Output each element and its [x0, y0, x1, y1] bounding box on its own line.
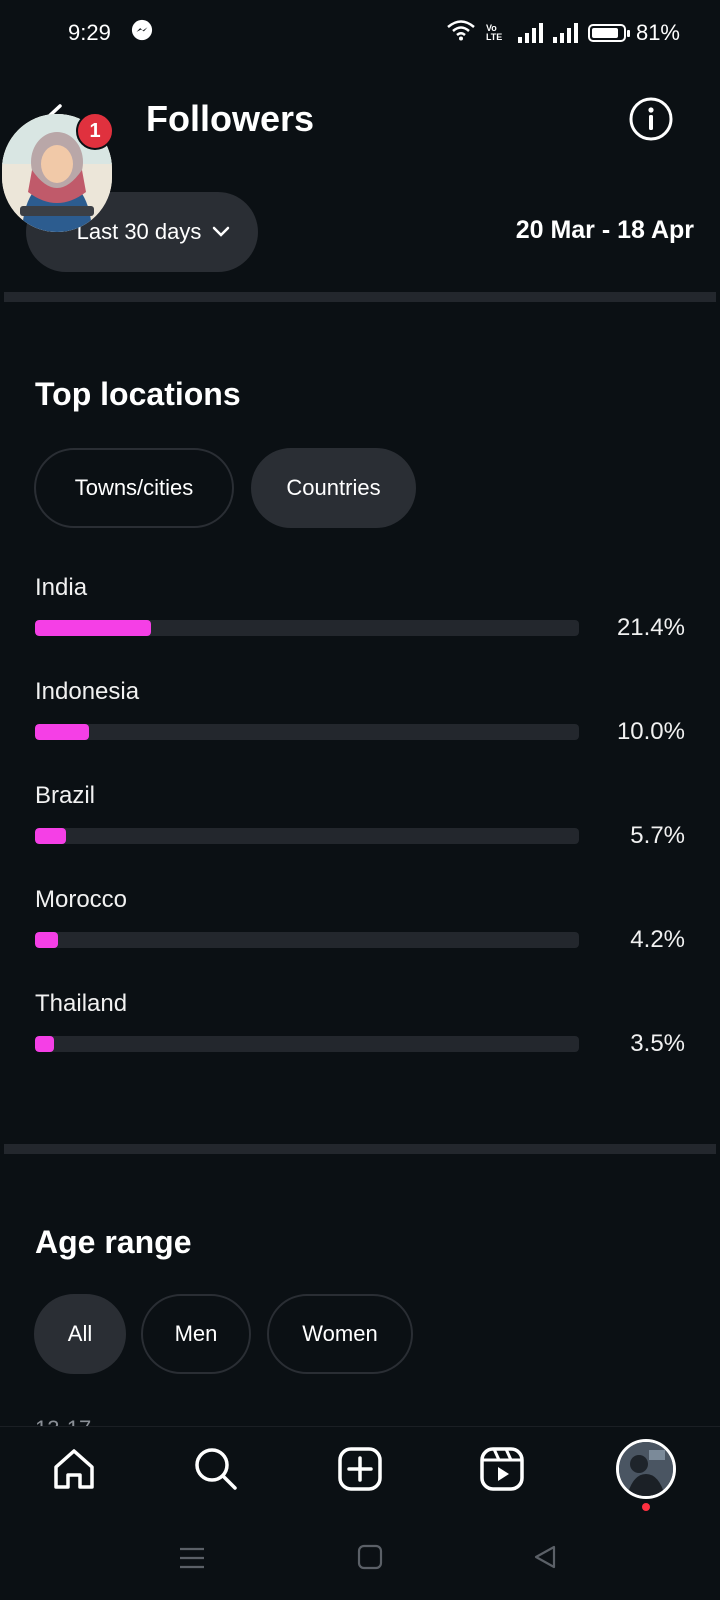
status-time: 9:29	[68, 20, 111, 45]
tab-towns-cities[interactable]: Towns/cities	[34, 448, 234, 528]
location-percent: 3.5%	[630, 1030, 685, 1057]
tab-women[interactable]: Women	[267, 1294, 413, 1374]
progress-track	[35, 724, 579, 740]
info-icon[interactable]	[628, 96, 674, 142]
notification-dot	[642, 1503, 650, 1511]
location-name: Thailand	[35, 990, 128, 1017]
location-percent: 5.7%	[630, 822, 685, 849]
bottom-nav	[0, 1426, 720, 1517]
signal-icon	[552, 23, 578, 43]
list-item: India 21.4%	[35, 574, 685, 670]
section-title-top-locations: Top locations	[35, 376, 241, 412]
divider	[4, 292, 716, 302]
profile-avatar[interactable]	[616, 1439, 676, 1499]
tab-countries[interactable]: Countries	[251, 448, 416, 528]
progress-fill	[35, 828, 66, 844]
signal-icon	[517, 23, 543, 43]
progress-fill	[35, 724, 90, 740]
screen: 9:29 Vo LTE 81% Followers 1 Last 30 days…	[0, 0, 720, 1600]
progress-fill	[35, 932, 58, 948]
date-range-label: 20 Mar - 18 Apr	[515, 216, 694, 244]
home-icon[interactable]	[48, 1443, 100, 1495]
location-percent: 4.2%	[630, 926, 685, 953]
wifi-icon	[446, 19, 476, 47]
messenger-icon	[131, 19, 153, 47]
battery-percent: 81%	[635, 20, 680, 45]
tab-men[interactable]: Men	[141, 1294, 251, 1374]
home-square-icon[interactable]	[357, 1544, 383, 1570]
date-range-dropdown-label: Last 30 days	[76, 219, 202, 244]
location-percent: 10.0%	[616, 718, 685, 745]
tab-label: All	[67, 1321, 93, 1346]
tab-label: Women	[302, 1321, 378, 1346]
recents-icon[interactable]	[178, 1546, 206, 1570]
battery-icon	[587, 24, 630, 42]
tab-all[interactable]: All	[34, 1294, 126, 1374]
notification-badge: 1	[76, 112, 114, 150]
chevron-down-icon	[213, 226, 230, 237]
list-item: Indonesia 10.0%	[35, 678, 685, 774]
page-title: Followers	[146, 98, 315, 139]
age-row-peek: 13-17	[35, 1416, 91, 1426]
tab-label: Towns/cities	[74, 475, 194, 500]
list-item: Morocco 4.2%	[35, 886, 685, 982]
location-name: India	[35, 574, 88, 601]
volte-icon: Vo LTE	[485, 23, 503, 42]
divider	[4, 1144, 716, 1154]
reels-icon[interactable]	[476, 1443, 528, 1495]
location-name: Brazil	[35, 782, 96, 809]
status-bar: 9:29 Vo LTE 81%	[0, 0, 720, 66]
tab-label: Men	[174, 1321, 218, 1346]
tab-label: Countries	[286, 475, 381, 500]
create-icon[interactable]	[334, 1443, 386, 1495]
progress-track	[35, 828, 579, 844]
location-percent: 21.4%	[616, 614, 685, 641]
back-triangle-icon[interactable]	[532, 1544, 558, 1570]
progress-track	[35, 620, 579, 636]
list-item: Thailand 3.5%	[35, 990, 685, 1086]
list-item: Brazil 5.7%	[35, 782, 685, 878]
location-name: Indonesia	[35, 678, 140, 705]
system-nav-bar	[0, 1516, 720, 1600]
progress-fill	[35, 620, 152, 636]
progress-track	[35, 932, 579, 948]
location-name: Morocco	[35, 886, 128, 913]
progress-track	[35, 1036, 579, 1052]
section-title-age-range: Age range	[35, 1224, 192, 1260]
progress-fill	[35, 1036, 55, 1052]
search-icon[interactable]	[190, 1443, 242, 1495]
